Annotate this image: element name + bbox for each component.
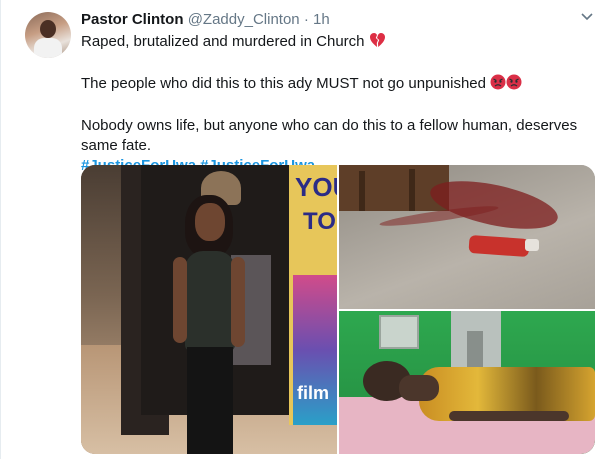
banner-text-to: TO (303, 208, 336, 235)
banner-text-you: YOU (295, 172, 337, 202)
broken-heart-icon (369, 32, 386, 54)
chevron-down-icon[interactable] (581, 13, 593, 23)
tweet-header: Pastor Clinton @Zaddy_Clinton · 1h (81, 11, 330, 29)
tweet-line-1: Raped, brutalized and murdered in Church (81, 32, 596, 54)
avatar-shirt (34, 38, 62, 58)
angry-face-icon (506, 74, 522, 96)
media-grid: YOU TO film (81, 165, 595, 454)
author-handle[interactable]: @Zaddy_Clinton (188, 11, 300, 28)
photo-floor[interactable] (339, 165, 595, 309)
separator: · (303, 11, 309, 28)
banner-text-film: film (297, 383, 330, 403)
tweet-line-1-text: Raped, brutalized and murdered in Church (81, 33, 365, 50)
author-name[interactable]: Pastor Clinton (81, 11, 184, 28)
tweet[interactable]: Pastor Clinton @Zaddy_Clinton · 1h Raped… (0, 0, 609, 459)
angry-face-icon (490, 74, 506, 96)
tweet-line-3: Nobody owns life, but anyone who can do … (81, 117, 578, 154)
tweet-line-2-text: The people who did this to this ady MUST… (81, 75, 486, 92)
tweet-text: Raped, brutalized and murdered in Church… (81, 32, 596, 176)
avatar-head (40, 20, 56, 38)
photo-woman[interactable]: YOU TO film (81, 165, 337, 454)
photo-hospital[interactable] (339, 311, 595, 454)
tweet-time[interactable]: 1h (313, 11, 330, 28)
avatar[interactable] (25, 12, 71, 58)
tweet-line-2: The people who did this to this ady MUST… (81, 74, 596, 96)
